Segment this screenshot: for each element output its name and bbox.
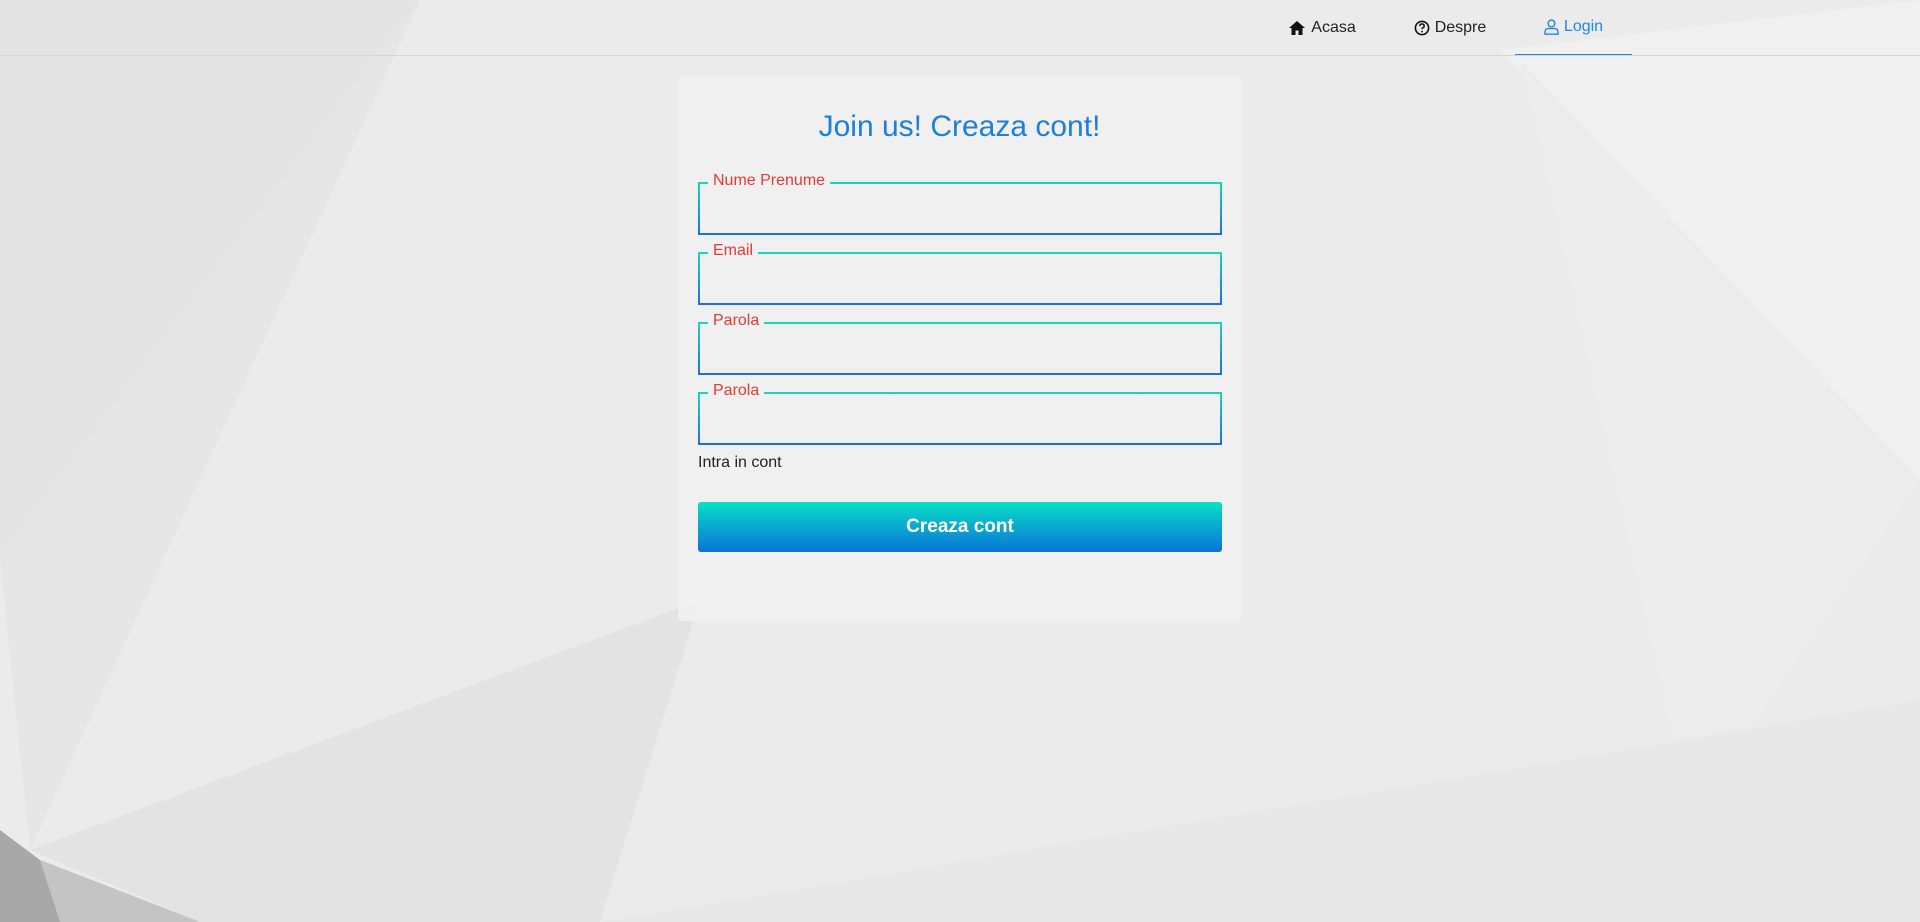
- password-field-label: Parola: [708, 311, 765, 331]
- signup-card: Join us! Creaza cont! Nume Prenume Email…: [678, 76, 1241, 621]
- email-input[interactable]: [700, 254, 1220, 303]
- name-field: Nume Prenume: [698, 171, 1222, 235]
- password-field: Parola: [698, 311, 1222, 375]
- nav-item-acasa[interactable]: Acasa: [1276, 0, 1368, 55]
- login-link[interactable]: Intra in cont: [698, 454, 782, 472]
- email-field: Email: [698, 241, 1222, 305]
- confirm-password-field: Parola: [698, 381, 1222, 445]
- confirm-password-field-label: Parola: [708, 381, 765, 401]
- name-field-label: Nume Prenume: [708, 171, 831, 191]
- top-navigation: Acasa Despre Login: [0, 0, 1920, 56]
- nav-item-label: Despre: [1434, 18, 1487, 36]
- user-icon: [1544, 19, 1559, 35]
- confirm-password-input[interactable]: [700, 394, 1220, 443]
- nav-item-login[interactable]: Login: [1515, 0, 1632, 55]
- home-icon: [1288, 20, 1306, 36]
- question-circle-icon: [1414, 20, 1430, 36]
- create-account-button[interactable]: Creaza cont: [698, 502, 1222, 552]
- nav-item-label: Acasa: [1311, 18, 1356, 36]
- nav-item-despre[interactable]: Despre: [1400, 0, 1500, 55]
- name-input[interactable]: [700, 184, 1220, 233]
- password-input[interactable]: [700, 324, 1220, 373]
- form-title: Join us! Creaza cont!: [818, 110, 1101, 143]
- nav-item-label: Login: [1563, 18, 1604, 35]
- email-field-label: Email: [708, 241, 759, 261]
